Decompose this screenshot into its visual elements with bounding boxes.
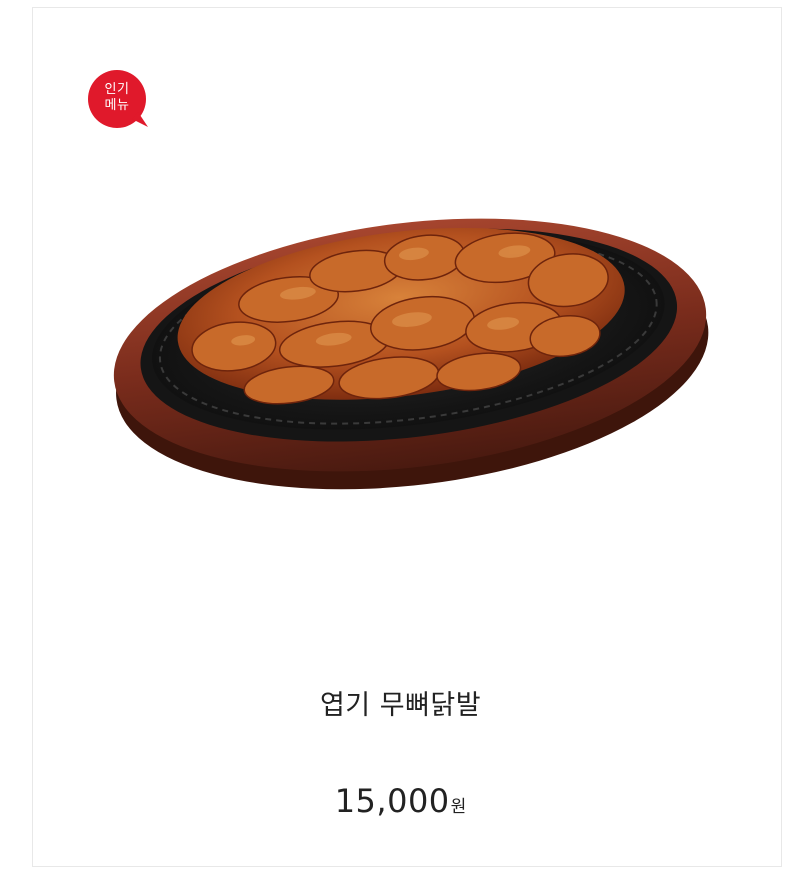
badge-line-2: 메뉴 <box>104 98 130 113</box>
badge-line-1: 인기 <box>104 82 130 97</box>
product-image[interactable] <box>105 185 715 505</box>
popular-menu-badge: 인기 메뉴 <box>88 70 148 128</box>
product-price: 15,000원 <box>0 782 801 820</box>
price-currency: 원 <box>450 797 467 817</box>
product-name[interactable]: 엽기 무뼈닭발 <box>0 683 801 722</box>
price-amount: 15,000 <box>334 782 450 820</box>
